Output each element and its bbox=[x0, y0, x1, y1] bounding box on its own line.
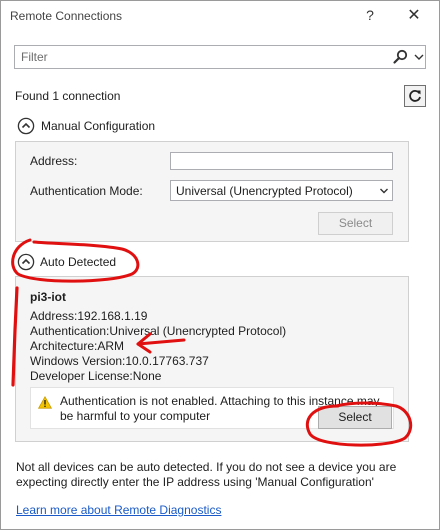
device-windows-version: Windows Version:10.0.17763.737 bbox=[30, 354, 209, 368]
manual-select-button[interactable]: Select bbox=[318, 212, 393, 235]
address-label: Address: bbox=[30, 154, 78, 168]
search-icon[interactable] bbox=[392, 49, 410, 65]
chevron-down-icon[interactable] bbox=[379, 185, 389, 195]
device-name: pi3-iot bbox=[30, 290, 66, 304]
refresh-button[interactable] bbox=[404, 85, 426, 107]
close-button[interactable]: ✕ bbox=[402, 5, 426, 29]
device-authentication: Authentication:Universal (Unencrypted Pr… bbox=[30, 324, 287, 338]
collapse-chevron-icon[interactable] bbox=[17, 117, 35, 135]
address-input[interactable] bbox=[170, 152, 393, 170]
window-title: Remote Connections bbox=[10, 9, 123, 23]
filter-input-box[interactable] bbox=[14, 45, 426, 69]
chevron-down-icon[interactable] bbox=[413, 49, 425, 65]
info-text: Not all devices can be auto detected. If… bbox=[16, 460, 397, 489]
filter-input[interactable]: Filter bbox=[21, 50, 48, 64]
manual-configuration-header[interactable]: Manual Configuration bbox=[41, 119, 155, 133]
auto-detected-header[interactable]: Auto Detected bbox=[40, 255, 116, 269]
authentication-mode-value: Universal (Unencrypted Protocol) bbox=[176, 184, 353, 198]
help-button[interactable]: ? bbox=[360, 7, 380, 27]
authentication-mode-label: Authentication Mode: bbox=[30, 184, 143, 198]
device-developer-license: Developer License:None bbox=[30, 369, 162, 383]
collapse-chevron-icon[interactable] bbox=[17, 253, 35, 271]
device-address: Address:192.168.1.19 bbox=[30, 309, 148, 323]
device-architecture: Architecture:ARM bbox=[30, 339, 125, 353]
auto-select-button[interactable]: Select bbox=[318, 406, 392, 429]
warning-icon bbox=[37, 395, 53, 409]
learn-more-link[interactable]: Learn more about Remote Diagnostics bbox=[16, 503, 221, 517]
refresh-icon bbox=[409, 90, 421, 102]
found-count-text: Found 1 connection bbox=[15, 89, 121, 103]
